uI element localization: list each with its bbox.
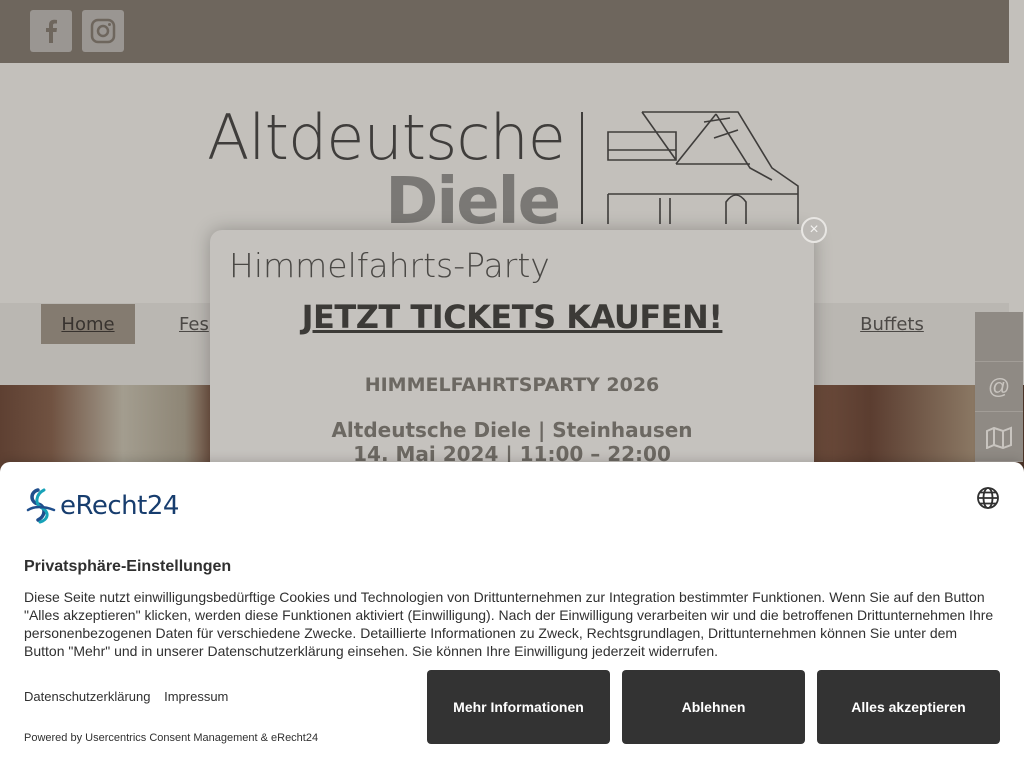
instagram-link[interactable]	[82, 10, 124, 52]
event-name: HIMMELFAHRTSPARTY 2026	[364, 374, 660, 396]
top-bar	[0, 0, 1009, 63]
at-icon: @	[987, 373, 1011, 399]
close-icon: ×	[809, 221, 819, 238]
popup-close-button[interactable]: ×	[801, 217, 827, 243]
side-button-top[interactable]	[975, 312, 1023, 362]
more-information-button[interactable]: Mehr Informationen	[427, 670, 610, 744]
facebook-icon	[46, 19, 57, 43]
event-popup: Himmelfahrts-Party JETZT TICKETS KAUFEN!…	[210, 230, 814, 490]
imprint-link[interactable]: Impressum	[164, 689, 228, 704]
erecht24-symbol-icon	[26, 488, 56, 524]
house-logo-icon	[607, 111, 799, 224]
side-toolbar: @	[975, 312, 1023, 462]
consent-links: Datenschutzerklärung Impressum	[24, 689, 238, 704]
logo-separator	[581, 112, 583, 224]
powered-by-text: Powered by Usercentrics Consent Manageme…	[24, 732, 319, 744]
buy-tickets-link[interactable]: JETZT TICKETS KAUFEN!	[210, 298, 814, 336]
map-button[interactable]	[975, 412, 1023, 462]
nav-buffets[interactable]: Buffets	[850, 304, 934, 344]
logo-line1: Altdeutsche	[207, 101, 566, 174]
deny-button[interactable]: Ablehnen	[622, 670, 805, 744]
brand-name: eRecht24	[60, 491, 179, 521]
logo-line2: Diele	[385, 165, 561, 239]
consent-title: Privatsphäre-Einstellungen	[24, 558, 232, 575]
accept-all-button[interactable]: Alles akzeptieren	[817, 670, 1000, 744]
erecht24-logo: eRecht24	[24, 486, 179, 526]
event-details: Altdeutsche Diele | Steinhausen 14. Mai …	[210, 418, 814, 466]
instagram-icon	[90, 18, 116, 44]
facebook-link[interactable]	[30, 10, 72, 52]
site-logo[interactable]: Altdeutsche Diele	[207, 101, 567, 239]
email-button[interactable]: @	[975, 362, 1023, 412]
cookie-consent-banner: eRecht24 Privatsphäre-Einstellungen Dies…	[0, 462, 1024, 768]
map-icon	[986, 426, 1012, 449]
privacy-policy-link[interactable]: Datenschutzerklärung	[24, 689, 150, 704]
popup-title: Himmelfahrts-Party	[229, 246, 550, 285]
language-button[interactable]	[976, 486, 1000, 510]
event-location: Altdeutsche Diele | Steinhausen	[331, 418, 693, 442]
consent-text: Diese Seite nutzt einwilligungsbedürftig…	[24, 589, 994, 659]
globe-icon	[977, 487, 999, 509]
nav-home[interactable]: Home	[41, 304, 135, 344]
